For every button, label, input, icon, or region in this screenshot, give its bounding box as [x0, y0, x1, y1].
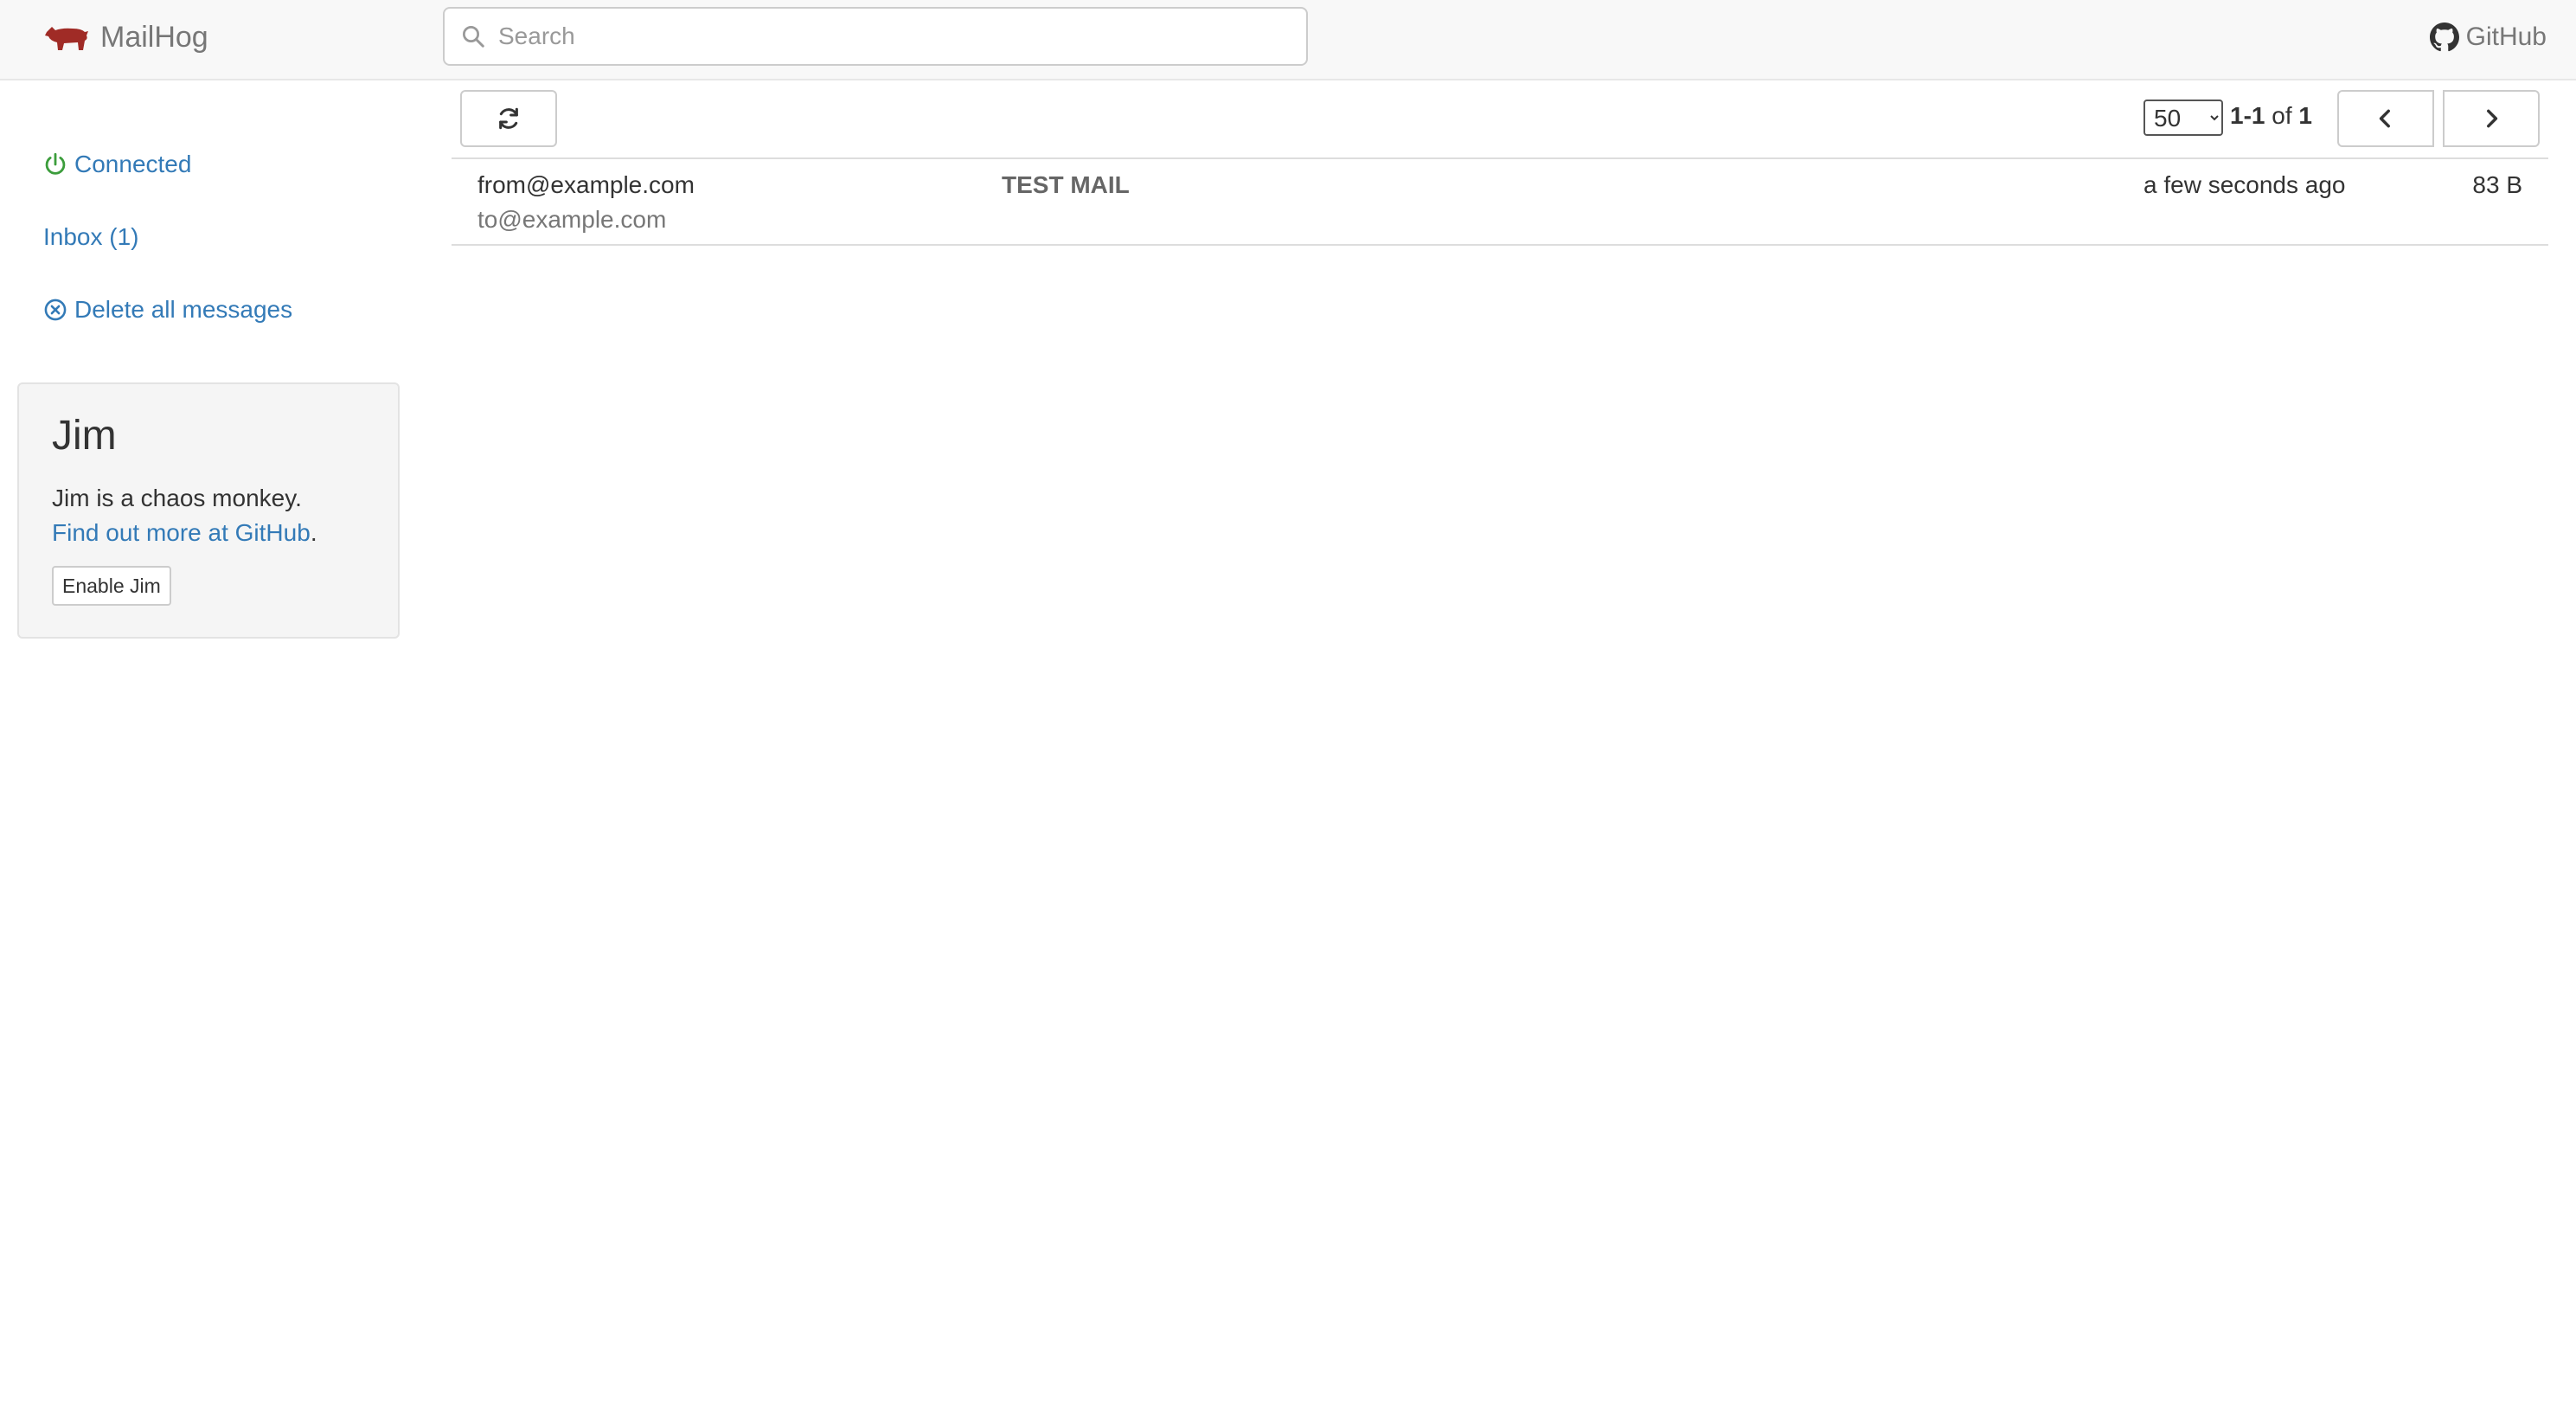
- inbox-label: Inbox (1): [43, 223, 139, 250]
- search-box[interactable]: [443, 7, 1308, 66]
- delete-all-button[interactable]: Delete all messages: [43, 296, 292, 324]
- circle-x-icon: [44, 299, 67, 321]
- github-label: GitHub: [2465, 22, 2547, 51]
- message-subject: TEST MAIL: [1002, 171, 1130, 198]
- brand-name: MailHog: [100, 20, 208, 54]
- previous-page-button[interactable]: [2337, 90, 2434, 147]
- chevron-left-icon: [2379, 109, 2390, 128]
- pagination-info: 1-1 of 1: [2230, 102, 2312, 130]
- enable-jim-button[interactable]: Enable Jim: [52, 566, 171, 606]
- page-size-select[interactable]: 50: [2143, 100, 2223, 136]
- connected-label: Connected: [74, 151, 192, 177]
- power-icon: [45, 152, 66, 175]
- connected-status[interactable]: Connected: [43, 151, 191, 178]
- message-row[interactable]: from@example.com to@example.com TEST MAI…: [452, 159, 2548, 246]
- jim-link-suffix: .: [310, 519, 317, 546]
- delete-all-label: Delete all messages: [74, 296, 293, 323]
- chevron-right-icon: [2487, 109, 2498, 128]
- github-icon: [2429, 22, 2459, 52]
- message-size: 83 B: [2472, 171, 2522, 198]
- jim-description: Jim is a chaos monkey.: [52, 485, 302, 511]
- jim-link-line: Find out more at GitHub.: [52, 516, 365, 550]
- refresh-button[interactable]: [460, 90, 557, 147]
- page-range: 1-1: [2230, 102, 2265, 129]
- refresh-icon: [499, 107, 518, 130]
- jim-github-link[interactable]: Find out more at GitHub: [52, 519, 311, 546]
- message-time: a few seconds ago: [2143, 171, 2346, 198]
- sidebar-item-inbox[interactable]: Inbox (1): [43, 223, 139, 251]
- page-of-label: of: [2272, 102, 2292, 129]
- message-to: to@example.com: [477, 206, 667, 233]
- page-total: 1: [2298, 102, 2312, 129]
- search-input[interactable]: [498, 10, 1277, 62]
- next-page-button[interactable]: [2443, 90, 2540, 147]
- jim-title: Jim: [52, 413, 117, 459]
- search-icon: [463, 26, 484, 48]
- jim-panel: Jim Jim is a chaos monkey. Find out more…: [17, 382, 400, 639]
- brand-link[interactable]: MailHog: [43, 0, 208, 74]
- github-link[interactable]: GitHub: [2429, 0, 2547, 74]
- message-from: from@example.com: [477, 171, 695, 198]
- top-navbar: MailHog GitHub: [0, 0, 2576, 80]
- pig-logo-icon: [45, 27, 88, 50]
